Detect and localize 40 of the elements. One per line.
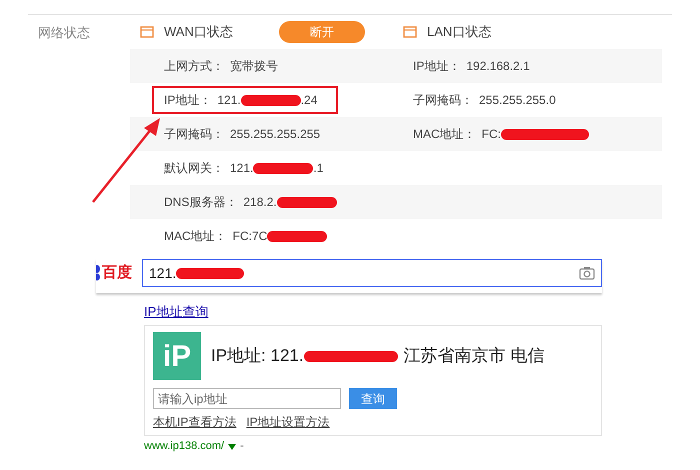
result-url[interactable]: www.ip138.com/ xyxy=(144,440,224,453)
camera-icon[interactable] xyxy=(579,266,595,280)
panel-title: WAN口状态 xyxy=(164,23,233,42)
field-value: FC:7C xyxy=(232,228,268,245)
search-field[interactable]: 121. xyxy=(142,259,602,287)
paw-icon xyxy=(96,264,102,282)
field-value: 255.255.255.255 xyxy=(230,126,320,143)
location-text: 江苏省南京市 电信 xyxy=(404,345,544,368)
port-icon xyxy=(140,26,154,38)
separator-text: - xyxy=(240,440,244,453)
ip-logo: iP xyxy=(153,332,201,380)
logo-text: 百度 xyxy=(102,262,132,283)
field-label: 子网掩码： xyxy=(164,126,224,143)
query-text: 121. xyxy=(149,264,176,282)
field-value: .24 xyxy=(300,92,318,109)
field-label: IP地址： xyxy=(413,58,460,75)
field-value: 121. xyxy=(217,92,241,109)
field-value: .1 xyxy=(313,160,324,177)
field-label: 子网掩码： xyxy=(413,92,473,109)
field-label: DNS服务器： xyxy=(164,194,238,211)
field-label: IP地址： xyxy=(164,92,212,109)
ip-input[interactable]: 请输入ip地址 xyxy=(153,388,341,409)
field-value: 121. xyxy=(230,160,254,177)
field-label: 默认网关： xyxy=(164,160,224,177)
ip-headline: IP地址: 121. xyxy=(211,345,304,368)
section-label: 网络状态 xyxy=(38,25,90,40)
port-icon xyxy=(403,26,417,38)
caret-icon[interactable] xyxy=(228,444,236,450)
field-value: 宽带拨号 xyxy=(230,58,278,75)
help-link[interactable]: 本机IP查看方法 xyxy=(153,413,236,431)
field-label: MAC地址： xyxy=(413,126,476,143)
field-label: 上网方式： xyxy=(164,58,224,75)
field-value: 255.255.255.0 xyxy=(479,92,556,109)
field-value: FC: xyxy=(482,126,502,143)
field-label: MAC地址： xyxy=(164,228,227,245)
field-value: 218.2. xyxy=(243,194,277,211)
result-link[interactable]: IP地址查询 xyxy=(144,304,208,319)
panel-title: LAN口状态 xyxy=(427,23,492,42)
help-link[interactable]: IP地址设置方法 xyxy=(246,413,330,431)
field-value: 192.168.2.1 xyxy=(466,58,530,75)
